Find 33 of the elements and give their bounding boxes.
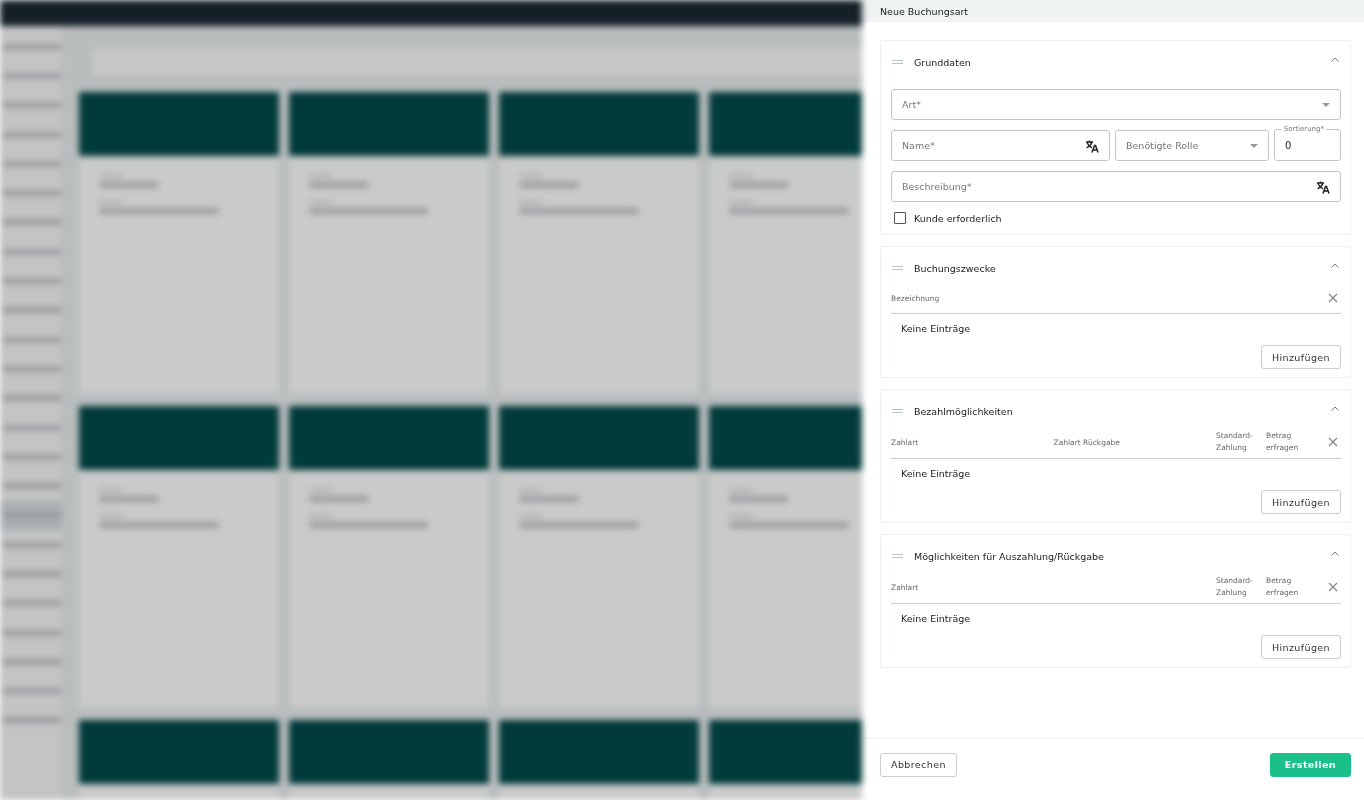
section-title: Buchungszwecke xyxy=(914,262,997,274)
add-button[interactable]: Hinzufügen xyxy=(1260,490,1341,514)
section-title: Möglichkeiten für Auszahlung/Rückgabe xyxy=(914,550,1105,562)
drag-handle-icon[interactable] xyxy=(892,409,903,413)
add-button[interactable]: Hinzufügen xyxy=(1260,635,1341,659)
close-icon[interactable] xyxy=(1328,293,1338,303)
empty-message: Keine Einträge xyxy=(900,322,972,336)
empty-message: Keine Einträge xyxy=(900,467,972,481)
dropdown-caret-icon[interactable] xyxy=(1250,143,1258,148)
collapse-chevron-icon[interactable] xyxy=(1331,262,1339,268)
input-field[interactable]: Name* xyxy=(891,130,1110,161)
panel-title: Neue Buchungsart xyxy=(880,5,969,17)
add-button[interactable]: Hinzufügen xyxy=(1260,345,1341,369)
drag-handle-icon[interactable] xyxy=(892,554,903,558)
input-field[interactable]: Beschreibung* xyxy=(891,171,1341,202)
drag-handle-icon[interactable] xyxy=(892,266,903,270)
select-field[interactable]: Art* xyxy=(891,89,1341,120)
select-field[interactable]: Benötigte Rolle xyxy=(1115,130,1269,161)
close-icon[interactable] xyxy=(1328,582,1338,592)
empty-message: Keine Einträge xyxy=(900,612,972,626)
section-title: Bezahlmöglichkeiten xyxy=(914,405,1014,417)
drag-handle-icon[interactable] xyxy=(892,60,903,64)
cancel-button[interactable]: Abbrechen xyxy=(880,752,957,777)
close-icon[interactable] xyxy=(1328,437,1338,447)
dropdown-caret-icon[interactable] xyxy=(1322,102,1330,107)
collapse-chevron-icon[interactable] xyxy=(1331,56,1339,62)
translate-icon[interactable] xyxy=(1085,138,1099,153)
checkbox[interactable] xyxy=(894,212,906,224)
collapse-chevron-icon[interactable] xyxy=(1331,405,1339,411)
collapse-chevron-icon[interactable] xyxy=(1331,550,1339,556)
section-title: Grunddaten xyxy=(914,56,972,68)
checkbox-label[interactable]: Kunde erforderlich xyxy=(914,212,1002,224)
translate-icon[interactable] xyxy=(1316,179,1330,194)
